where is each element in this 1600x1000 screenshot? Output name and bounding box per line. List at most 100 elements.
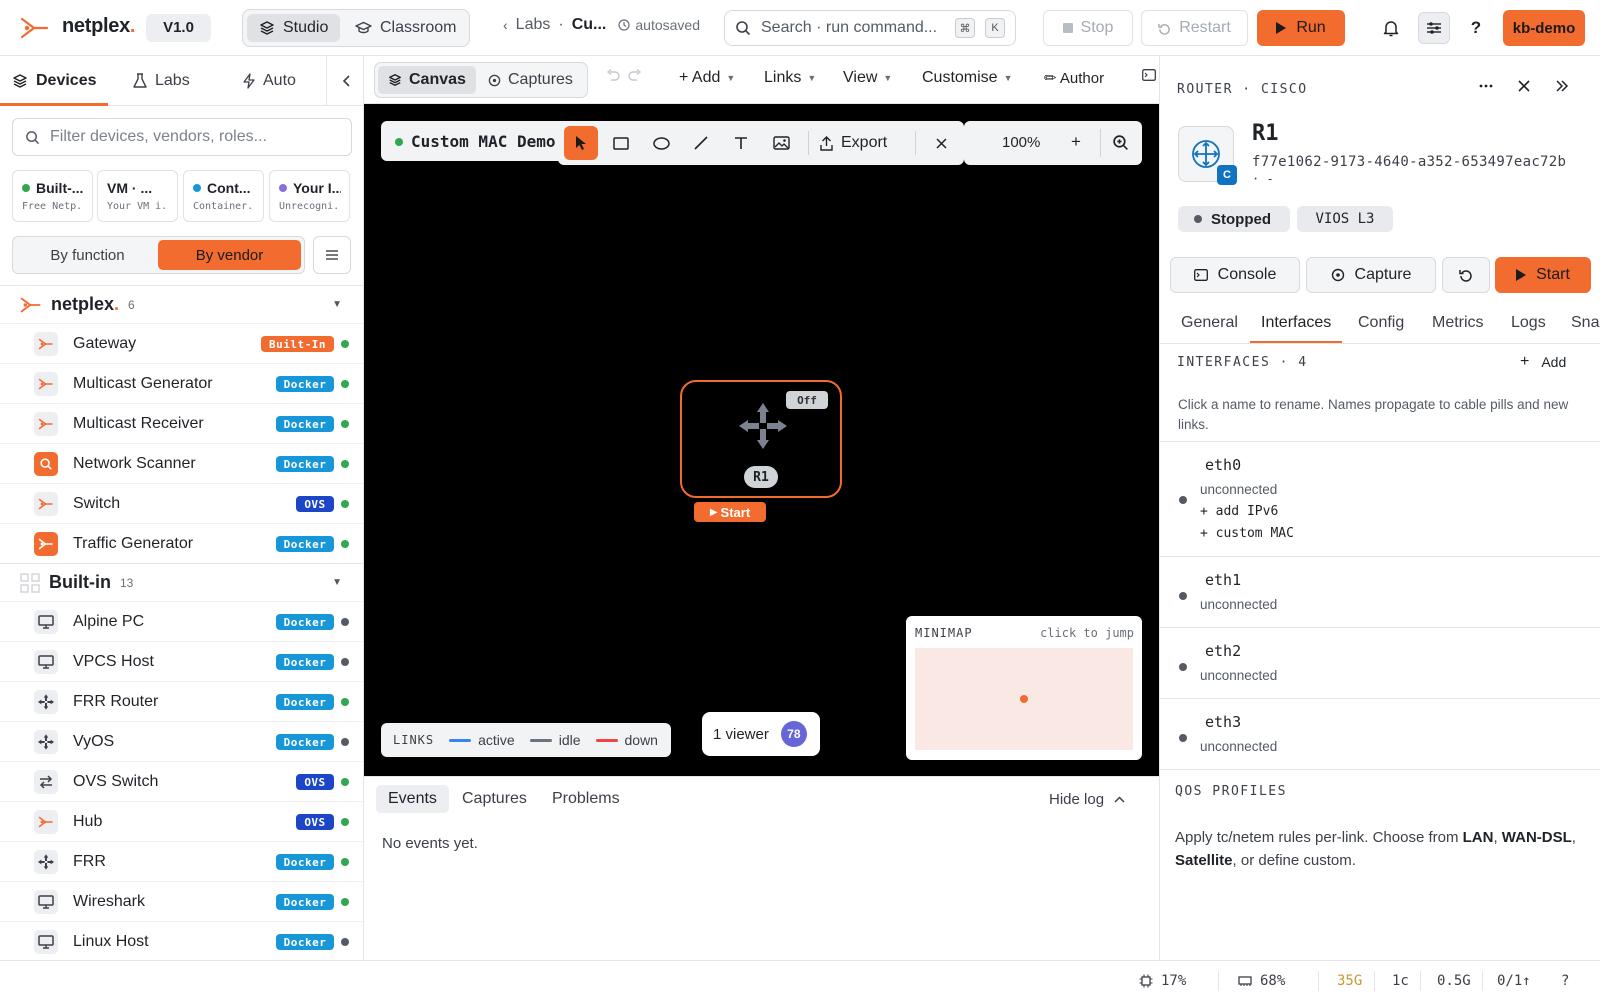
notifications-button[interactable] — [1375, 12, 1407, 44]
tab-canvas[interactable]: Canvas — [378, 66, 476, 94]
device-item-multicast-receiver[interactable]: Multicast Receiver Docker — [0, 403, 363, 443]
user-menu-button[interactable]: kb-demo — [1503, 10, 1585, 46]
topology-canvas[interactable]: Custom MAC Demo Export 100% + Off R1 ▶ S… — [364, 104, 1159, 776]
device-item-gateway[interactable]: Gateway Built-In — [0, 323, 363, 363]
interface-row[interactable]: eth3 unconnected — [1160, 698, 1600, 770]
breadcrumb-labs[interactable]: Labs — [516, 16, 551, 34]
category-built-in[interactable]: Built-... Free Netp... — [12, 170, 93, 222]
node-start-button[interactable]: ▶ Start — [694, 502, 766, 522]
group-by-vendor[interactable]: By vendor — [158, 240, 301, 270]
expand-panel-icon[interactable] — [1554, 78, 1570, 94]
mode-classroom[interactable]: Classroom — [343, 14, 468, 42]
help-button[interactable]: ? — [1460, 12, 1492, 44]
tab-labs[interactable]: Labs — [133, 56, 190, 106]
category-vm[interactable]: VM · ... Your VM i... — [97, 170, 178, 222]
zoom-in-button[interactable]: + — [1071, 132, 1081, 152]
device-item-multicast-generator[interactable]: Multicast Generator Docker — [0, 363, 363, 403]
minimap-viewport[interactable] — [915, 648, 1133, 750]
log-tab-problems[interactable]: Problems — [540, 785, 632, 813]
device-item-linux-host[interactable]: Linux Host Docker — [0, 921, 363, 960]
log-tab-events[interactable]: Events — [376, 785, 449, 813]
hide-log-button[interactable]: Hide log — [1049, 791, 1125, 808]
rectangle-tool-icon[interactable] — [604, 126, 638, 160]
tab-interfaces[interactable]: Interfaces — [1261, 314, 1331, 332]
redo-icon[interactable] — [628, 69, 642, 81]
device-item-switch[interactable]: Switch OVS — [0, 483, 363, 523]
tab-auto[interactable]: Auto — [243, 56, 296, 106]
add-menu[interactable]: + Add ▼ — [679, 69, 735, 87]
links-menu[interactable]: Links ▼ — [764, 69, 816, 87]
tab-config[interactable]: Config — [1358, 314, 1404, 332]
interface-name[interactable]: eth2 — [1205, 642, 1241, 660]
export-button[interactable]: Export — [820, 126, 887, 160]
tab-general[interactable]: General — [1181, 314, 1238, 332]
category-container[interactable]: Cont... Container... — [183, 170, 264, 222]
close-panel-icon[interactable] — [1516, 78, 1532, 94]
close-toolbar-icon[interactable] — [924, 126, 958, 160]
stop-button[interactable]: Stop — [1043, 10, 1133, 46]
more-options-icon[interactable] — [1478, 78, 1494, 94]
customise-menu[interactable]: Customise ▼ — [922, 69, 1013, 87]
select-tool-icon[interactable] — [564, 126, 598, 160]
command-search-input[interactable]: Search · run command... ⌘ K — [724, 10, 1016, 46]
interface-row[interactable]: eth2 unconnected — [1160, 627, 1600, 698]
interface-name[interactable]: eth1 — [1205, 571, 1241, 589]
minimap[interactable]: MINIMAP click to jump — [906, 616, 1142, 760]
interface-row[interactable]: eth0 unconnected + add IPv6 + custom MAC — [1160, 441, 1600, 556]
device-item-frr-router[interactable]: FRR Router Docker — [0, 681, 363, 721]
device-item-alpine-pc[interactable]: Alpine PC Docker — [0, 601, 363, 641]
reset-button[interactable] — [1442, 257, 1490, 293]
add-interface-button[interactable]: + Add — [1520, 353, 1566, 371]
tab-snapshots[interactable]: Snap — [1571, 314, 1600, 332]
tab-devices[interactable]: Devices — [12, 56, 97, 106]
device-item-vpcs-host[interactable]: VPCS Host Docker — [0, 641, 363, 681]
console-panel-icon[interactable] — [1142, 69, 1156, 81]
interface-name[interactable]: eth0 — [1205, 456, 1241, 474]
undo-icon[interactable] — [606, 69, 620, 81]
qos-satellite-option[interactable]: Satellite — [1175, 852, 1233, 869]
device-item-frr[interactable]: FRR Docker — [0, 841, 363, 881]
group-built-in[interactable]: Built-in 13 ▼ — [0, 563, 363, 601]
zoom-level[interactable]: 100% — [1002, 134, 1040, 151]
tab-logs[interactable]: Logs — [1511, 314, 1546, 332]
group-netplex[interactable]: netplex. 6 ▼ — [0, 285, 363, 323]
capture-button[interactable]: Capture — [1306, 257, 1436, 293]
device-item-hub[interactable]: Hub OVS — [0, 801, 363, 841]
router-node-r1[interactable]: Off R1 — [680, 380, 842, 498]
group-by-function[interactable]: By function — [16, 240, 159, 270]
console-button[interactable]: Console — [1170, 257, 1300, 293]
help-icon[interactable]: ? — [1561, 973, 1569, 989]
image-tool-icon[interactable] — [764, 126, 798, 160]
qos-lan-option[interactable]: LAN — [1463, 829, 1494, 846]
log-tab-captures[interactable]: Captures — [450, 785, 539, 813]
category-your-images[interactable]: Your I... Unrecogni... — [269, 170, 350, 222]
device-item-network-scanner[interactable]: Network Scanner Docker — [0, 443, 363, 483]
tab-metrics[interactable]: Metrics — [1432, 314, 1484, 332]
start-device-button[interactable]: Start — [1495, 257, 1591, 293]
collapse-sidebar-button[interactable] — [326, 56, 363, 106]
device-item-wireshark[interactable]: Wireshark Docker — [0, 881, 363, 921]
list-view-button[interactable] — [313, 236, 351, 274]
interface-name[interactable]: eth3 — [1205, 713, 1241, 731]
zoom-fit-icon[interactable] — [1112, 134, 1129, 151]
run-button[interactable]: Run — [1257, 10, 1345, 46]
viewers-pill[interactable]: 1 viewer 78 — [702, 712, 820, 756]
interface-row[interactable]: eth1 unconnected — [1160, 556, 1600, 627]
tab-captures[interactable]: Captures — [478, 66, 583, 94]
chevron-left-icon[interactable]: ‹ — [503, 17, 508, 33]
line-tool-icon[interactable] — [684, 126, 718, 160]
author-button[interactable]: ✏ Author — [1044, 69, 1104, 87]
qos-wan-dsl-option[interactable]: WAN-DSL — [1502, 829, 1572, 846]
restart-button[interactable]: Restart — [1141, 10, 1248, 46]
device-title[interactable]: R1 — [1252, 121, 1279, 146]
text-tool-icon[interactable] — [724, 126, 758, 160]
device-filter-input[interactable]: Filter devices, vendors, roles... — [12, 118, 352, 156]
device-item-vyos[interactable]: VyOS Docker — [0, 721, 363, 761]
device-item-ovs-switch[interactable]: OVS Switch OVS — [0, 761, 363, 801]
device-item-traffic-generator[interactable]: Traffic Generator Docker — [0, 523, 363, 563]
mode-studio[interactable]: Studio — [247, 14, 341, 42]
add-ipv6-link[interactable]: + add IPv6 — [1200, 504, 1278, 519]
custom-mac-link[interactable]: + custom MAC — [1200, 526, 1294, 541]
ellipse-tool-icon[interactable] — [644, 126, 678, 160]
view-menu[interactable]: View ▼ — [843, 69, 892, 87]
